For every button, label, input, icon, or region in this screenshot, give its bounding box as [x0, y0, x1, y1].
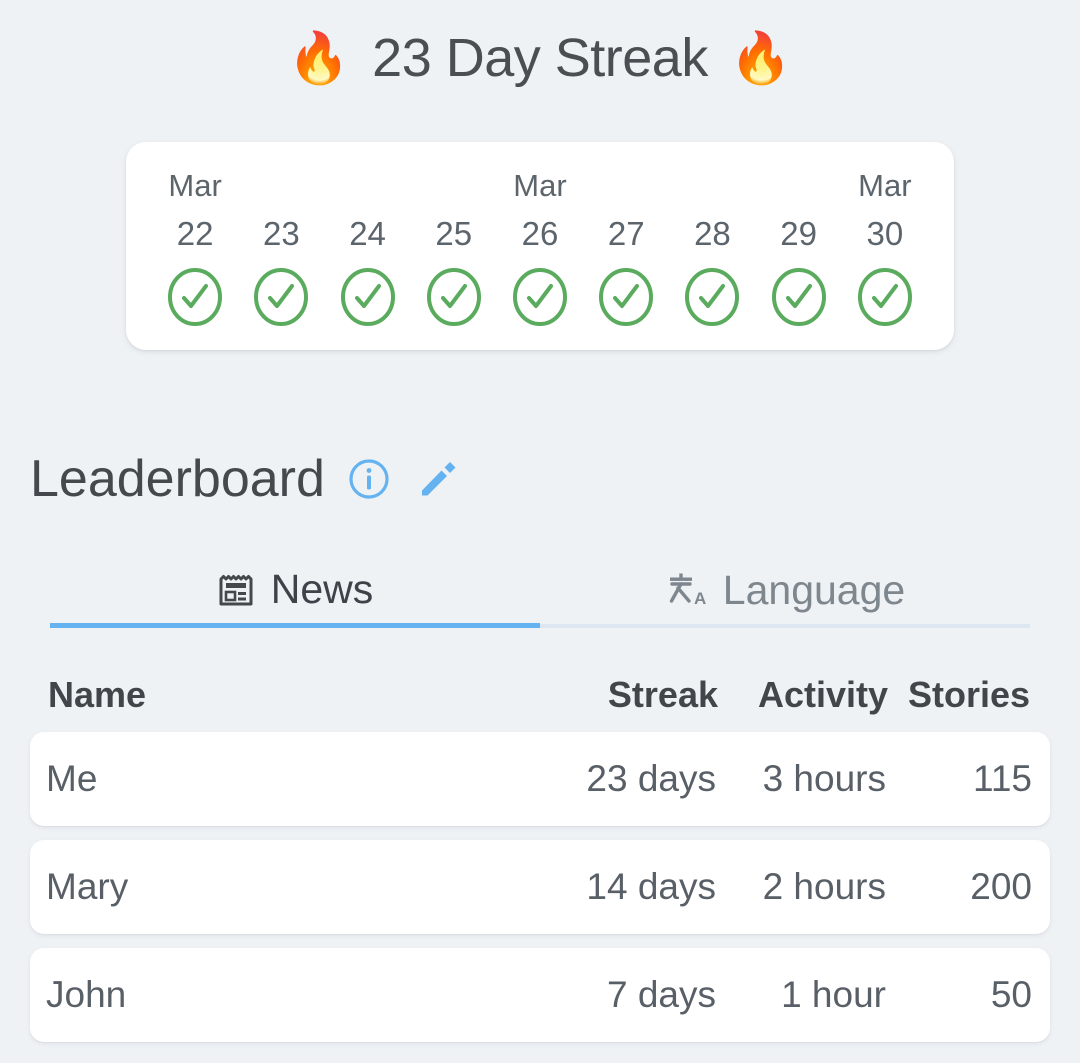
row-activity: 3 hours	[762, 758, 886, 799]
check-circle-icon	[768, 266, 830, 328]
calendar-day[interactable]: 28	[669, 164, 755, 330]
table-row[interactable]: Mary 14 days 2 hours 200	[30, 840, 1050, 934]
newspaper-icon	[217, 570, 257, 610]
streak-calendar-grid: Mar 22 23 24 25 Mar 26 27 28 29 Mar 30	[152, 164, 928, 330]
leaderboard-table: Name Streak Activity Stories Me 23 days …	[0, 658, 1080, 1056]
streak-title: 23 Day Streak	[372, 28, 708, 88]
calendar-day-number: 30	[866, 215, 904, 252]
calendar-day[interactable]: 24	[324, 164, 410, 330]
row-name: Mary	[46, 866, 129, 907]
calendar-day[interactable]: Mar 22	[152, 164, 238, 330]
calendar-day-number: 22	[176, 215, 214, 252]
leaderboard-tabs: News A Language	[50, 556, 1030, 628]
streak-header: 🔥 23 Day Streak 🔥	[0, 0, 1080, 88]
calendar-day[interactable]: 29	[756, 164, 842, 330]
check-circle-icon	[164, 266, 226, 328]
row-streak: 14 days	[586, 866, 716, 907]
calendar-day-number: 26	[521, 215, 559, 252]
check-circle-icon	[509, 266, 571, 328]
leaderboard-header: Leaderboard	[30, 452, 461, 507]
table-header-row: Name Streak Activity Stories	[30, 658, 1050, 732]
streak-calendar-card: Mar 22 23 24 25 Mar 26 27 28 29 Mar 30	[126, 142, 954, 350]
tab-news[interactable]: News	[50, 556, 540, 628]
check-circle-icon	[337, 266, 399, 328]
check-circle-icon	[854, 266, 916, 328]
table-row[interactable]: John 7 days 1 hour 50	[30, 948, 1050, 1042]
row-streak: 7 days	[606, 974, 716, 1015]
tab-language[interactable]: A Language	[540, 556, 1030, 628]
calendar-day[interactable]: 27	[583, 164, 669, 330]
row-name: Me	[46, 758, 98, 799]
calendar-day[interactable]: 23	[238, 164, 324, 330]
row-activity: 2 hours	[762, 866, 886, 907]
column-header-streak: Streak	[607, 674, 718, 715]
row-stories: 50	[990, 974, 1032, 1015]
calendar-day-number: 24	[349, 215, 386, 252]
calendar-month-label: Mar	[858, 168, 912, 203]
calendar-day[interactable]: Mar 26	[497, 164, 583, 330]
calendar-day-number: 28	[694, 215, 731, 252]
translate-icon: A	[665, 570, 709, 610]
column-header-stories: Stories	[907, 674, 1030, 715]
fire-icon-left: 🔥	[287, 30, 351, 86]
pencil-icon[interactable]	[413, 455, 461, 503]
check-circle-icon	[250, 266, 312, 328]
row-streak: 23 days	[586, 758, 716, 799]
fire-icon-right: 🔥	[729, 30, 793, 86]
table-row[interactable]: Me 23 days 3 hours 115	[30, 732, 1050, 826]
calendar-day-number: 29	[780, 215, 818, 252]
calendar-day-number: 23	[262, 215, 300, 252]
tab-news-label: News	[270, 566, 374, 612]
calendar-day-number: 27	[607, 215, 645, 252]
calendar-month-label: Mar	[168, 168, 222, 203]
row-activity: 1 hour	[781, 974, 886, 1015]
calendar-month-label: Mar	[513, 168, 567, 203]
calendar-day[interactable]: Mar 30	[842, 164, 928, 330]
tab-language-label: Language	[722, 566, 906, 613]
check-circle-icon	[595, 266, 657, 328]
row-name: John	[46, 974, 127, 1015]
calendar-day[interactable]: 25	[411, 164, 497, 330]
check-circle-icon	[423, 266, 485, 328]
page-title: Leaderboard	[30, 450, 325, 508]
calendar-day-number: 25	[435, 215, 473, 252]
streak-leaderboard-screen: 🔥 23 Day Streak 🔥 Mar 22 23 24 25 Mar 26…	[0, 0, 1080, 1063]
column-header-name: Name	[48, 674, 147, 715]
info-circle-icon[interactable]	[347, 457, 391, 501]
row-stories: 200	[970, 866, 1032, 907]
row-stories: 115	[973, 758, 1032, 799]
check-circle-icon	[681, 266, 743, 328]
column-header-activity: Activity	[757, 674, 888, 715]
svg-text:A: A	[694, 589, 706, 608]
